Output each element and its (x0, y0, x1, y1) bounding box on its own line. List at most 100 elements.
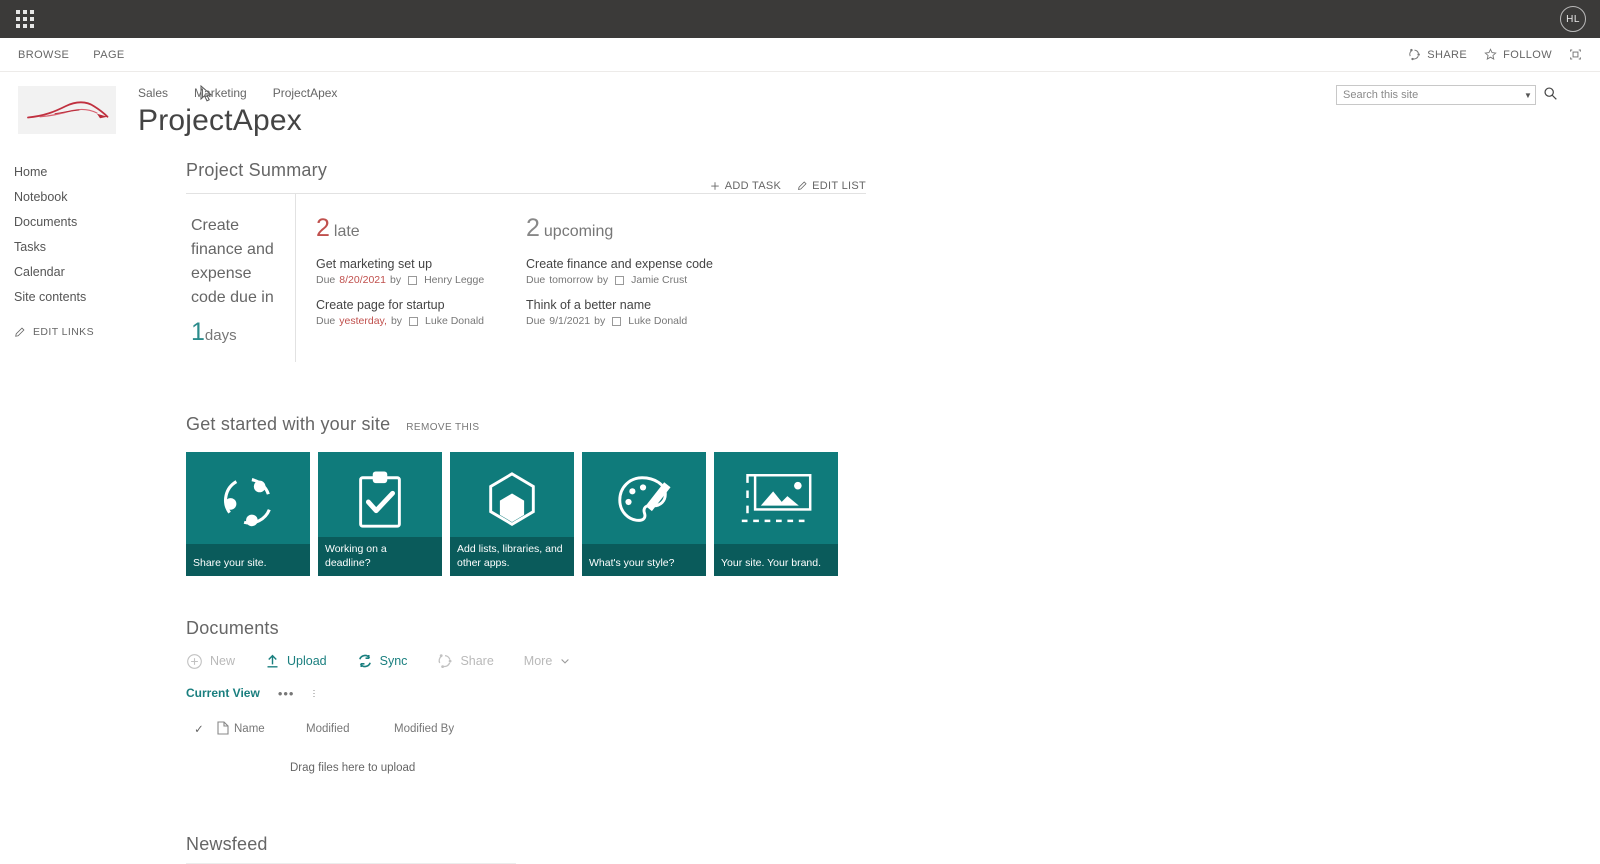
breadcrumb-marketing[interactable]: Marketing (194, 86, 247, 100)
breadcrumb-sales[interactable]: Sales (138, 86, 168, 100)
due-date: tomorrow (549, 274, 594, 286)
get-started-tiles: Share your site. Working on a deadline? (186, 451, 1336, 576)
tile-caption: What's your style? (582, 543, 706, 576)
due-date: 9/1/2021 (549, 315, 591, 327)
due-date: 8/20/2021 (339, 274, 386, 286)
current-view-selector[interactable]: Current View (186, 686, 260, 700)
drag-files-dropzone[interactable]: Drag files here to upload (186, 762, 1336, 774)
ribbon-bar: BROWSE PAGE SHARE FOLLOW (0, 38, 1600, 102)
due-prefix: Due (526, 274, 546, 286)
column-header-modified[interactable]: Modified (306, 723, 394, 735)
site-logo[interactable] (18, 86, 116, 134)
pencil-icon (798, 181, 807, 190)
page-title: ProjectApex (138, 104, 302, 137)
late-count-row: 2 late (316, 214, 506, 243)
sidebar-nav: Home Notebook Documents Tasks Calendar S… (14, 160, 174, 338)
project-summary-actions: ADD TASK EDIT LIST (710, 180, 866, 192)
task-name[interactable]: Create finance and expense code (526, 257, 806, 271)
sidebar-item-documents[interactable]: Documents (14, 210, 174, 235)
focus-on-content-icon (1570, 49, 1581, 60)
task-assignee[interactable]: Luke Donald (628, 315, 687, 327)
sync-arrows-icon (358, 654, 371, 668)
app-launcher-icon[interactable] (14, 8, 36, 30)
tile-working-on-a-deadline[interactable]: Working on a deadline? (318, 451, 442, 576)
search-icon[interactable] (1543, 86, 1558, 106)
tile-caption: Working on a deadline? (318, 537, 442, 576)
search-box[interactable]: ▼ (1336, 85, 1536, 105)
sidebar-item-site-contents[interactable]: Site contents (14, 285, 174, 310)
due-prefix: Due (526, 315, 546, 327)
sidebar-item-calendar[interactable]: Calendar (14, 260, 174, 285)
summary-highlight: Create finance and expense code due in 1… (186, 194, 296, 362)
upload-label: Upload (287, 654, 327, 668)
project-summary-title: Project Summary (186, 160, 328, 180)
focus-on-content-button[interactable] (1569, 48, 1582, 61)
task-name[interactable]: Get marketing set up (316, 257, 506, 271)
by-label: by (594, 315, 606, 327)
late-column: 2 late Get marketing set up Due 8/20/2021… (296, 194, 506, 362)
share-button[interactable]: SHARE (1408, 48, 1467, 61)
view-ellipsis-menu[interactable]: ••• (278, 686, 295, 701)
edit-links-label: EDIT LINKS (33, 326, 94, 338)
share-documents-button[interactable]: Share (437, 653, 494, 669)
clipboard-check-icon (318, 470, 442, 532)
get-started-header: Get started with your site REMOVE THIS (186, 414, 1336, 435)
tile-share-your-site[interactable]: Share your site. (186, 451, 310, 576)
search-input[interactable] (1337, 89, 1521, 101)
due-date: yesterday, (339, 315, 387, 327)
remove-this-button[interactable]: REMOVE THIS (406, 422, 479, 433)
tile-add-lists-libraries[interactable]: Add lists, libraries, and other apps. (450, 451, 574, 576)
avatar[interactable]: HL (1560, 6, 1586, 32)
tab-page[interactable]: PAGE (93, 49, 124, 61)
share-network-icon (438, 654, 452, 668)
task-name[interactable]: Create page for startup (316, 298, 506, 312)
task-item: Think of a better name Due 9/1/2021 by L… (526, 298, 806, 327)
sync-button[interactable]: Sync (357, 653, 408, 669)
chevron-down-icon[interactable]: ▼ (1521, 91, 1535, 100)
follow-button[interactable]: FOLLOW (1484, 48, 1552, 61)
tab-browse[interactable]: BROWSE (18, 49, 69, 61)
add-task-button[interactable]: ADD TASK (710, 180, 781, 192)
view-options-menu[interactable]: · · · (312, 685, 315, 700)
share-label: SHARE (1427, 48, 1468, 61)
column-header-name[interactable]: Name (234, 723, 306, 735)
sidebar-item-tasks[interactable]: Tasks (14, 235, 174, 260)
sidebar-item-notebook[interactable]: Notebook (14, 185, 174, 210)
project-summary-webpart: Project Summary ADD TASK EDIT LIST Creat… (186, 160, 1336, 362)
task-item: Create page for startup Due yesterday, b… (316, 298, 506, 327)
sidebar-item-home[interactable]: Home (14, 160, 174, 185)
tile-whats-your-style[interactable]: What's your style? (582, 451, 706, 576)
sync-label: Sync (379, 654, 408, 668)
task-checkbox[interactable] (615, 275, 625, 285)
task-assignee[interactable]: Jamie Crust (631, 274, 687, 286)
column-header-modified-by[interactable]: Modified By (394, 723, 454, 735)
task-assignee[interactable]: Henry Legge (424, 274, 484, 286)
edit-list-button[interactable]: EDIT LIST (797, 180, 866, 192)
breadcrumb: Sales Marketing ProjectApex (138, 86, 337, 100)
more-button[interactable]: More (524, 654, 571, 668)
task-assignee[interactable]: Luke Donald (425, 315, 484, 327)
task-item: Create finance and expense code Due tomo… (526, 257, 806, 286)
documents-webpart: Documents New Upload Sync Share More Cur… (186, 618, 1336, 774)
select-all-checkmark-icon[interactable]: ✓ (186, 722, 212, 736)
share-network-icon (186, 470, 310, 532)
upload-button[interactable]: Upload (265, 653, 327, 669)
task-checkbox[interactable] (409, 316, 419, 326)
more-label: More (523, 654, 553, 668)
summary-days-number: 1 (191, 318, 205, 346)
task-checkbox[interactable] (612, 316, 622, 326)
apps-hexagon-icon (450, 470, 574, 532)
due-prefix: Due (316, 315, 336, 327)
tile-your-site-your-brand[interactable]: Your site. Your brand. (714, 451, 838, 576)
summary-days: 1days (191, 314, 283, 352)
breadcrumb-projectapex[interactable]: ProjectApex (273, 86, 338, 100)
task-meta: Due yesterday, by Luke Donald (316, 315, 506, 327)
task-item: Get marketing set up Due 8/20/2021 by He… (316, 257, 506, 286)
due-prefix: Due (316, 274, 336, 286)
task-checkbox[interactable] (408, 275, 418, 285)
share-documents-label: Share (460, 654, 494, 668)
task-name[interactable]: Think of a better name (526, 298, 806, 312)
divider (186, 862, 516, 864)
edit-links-button[interactable]: EDIT LINKS (14, 326, 174, 338)
new-button[interactable]: New (186, 653, 235, 670)
